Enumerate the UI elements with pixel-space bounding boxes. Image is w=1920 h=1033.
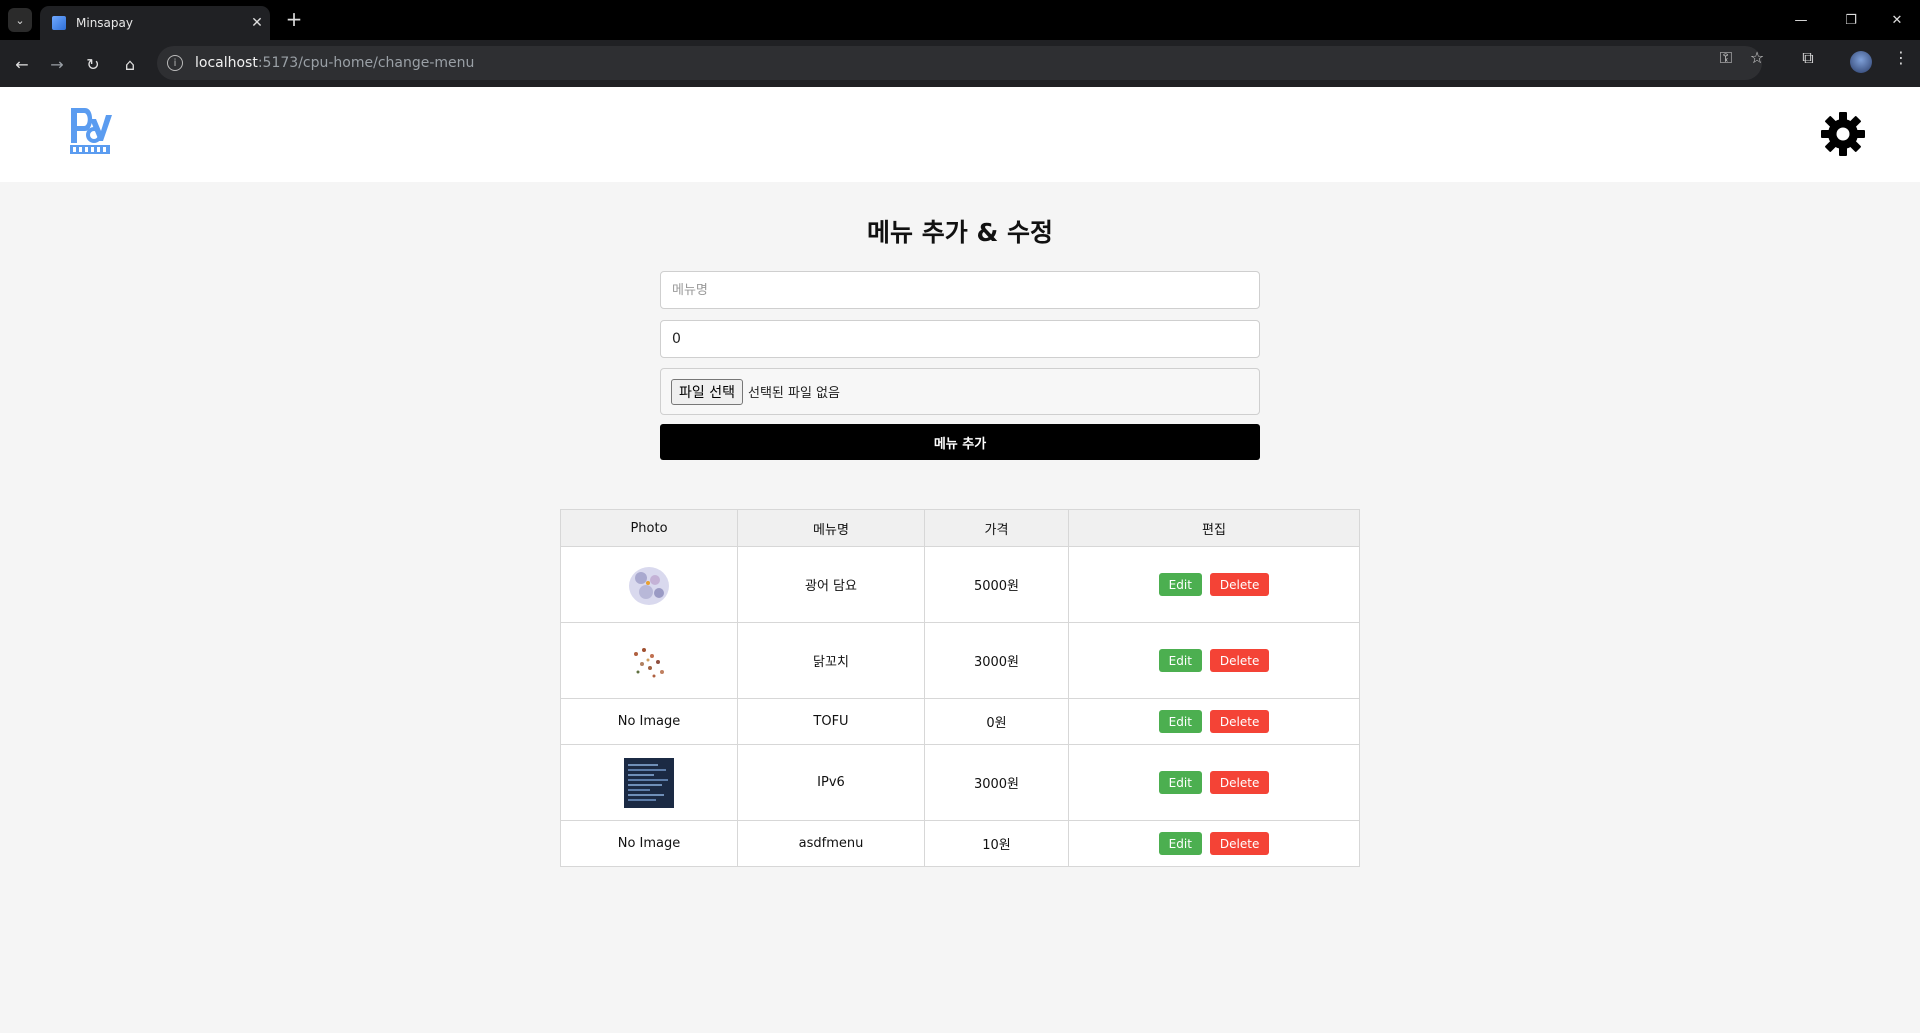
table-row: 광어 담요 5000원 Edit Delete [560, 546, 1360, 623]
price-cell: 5000원 [924, 546, 1069, 623]
url-host: localhost [195, 55, 258, 71]
url-path: :5173/cpu-home/change-menu [257, 55, 475, 71]
header-photo: Photo [560, 509, 738, 547]
restore-icon[interactable]: ❐ [1828, 6, 1874, 34]
edit-button[interactable]: Edit [1158, 573, 1202, 596]
profile-avatar[interactable] [1850, 51, 1872, 73]
edit-button[interactable]: Edit [1158, 649, 1202, 672]
page-title: 메뉴 추가 & 수정 [867, 218, 1053, 247]
delete-button[interactable]: Delete [1209, 573, 1270, 596]
menu-photo [624, 757, 674, 808]
extensions-icon[interactable]: ⧉ [1795, 48, 1821, 68]
tab-close-icon[interactable]: ✕ [244, 15, 270, 31]
actions-cell: Edit Delete [1068, 744, 1360, 821]
photo-cell [560, 744, 738, 821]
back-icon[interactable]: ← [7, 49, 37, 79]
table-row: No Image asdfmenu 10원 Edit Delete [560, 820, 1360, 867]
header-edit: 편집 [1068, 509, 1360, 547]
delete-button[interactable]: Delete [1209, 710, 1270, 733]
delete-button[interactable]: Delete [1209, 832, 1270, 855]
menu-table: Photo 메뉴명 가격 편집 광어 담요 5000원 Edit Delete … [560, 509, 1360, 867]
app-header [0, 87, 1920, 182]
menu-name-input[interactable] [660, 271, 1260, 309]
menu-name-cell: TOFU [737, 698, 925, 745]
table-header-row: Photo 메뉴명 가격 편집 [560, 509, 1360, 547]
forward-icon[interactable]: → [42, 49, 72, 79]
actions-cell: Edit Delete [1068, 622, 1360, 699]
price-cell: 10원 [924, 820, 1069, 867]
delete-button[interactable]: Delete [1209, 771, 1270, 794]
file-status-text: 선택된 파일 없음 [747, 386, 840, 401]
browser-menu-icon[interactable]: ⋮ [1888, 48, 1914, 67]
menu-name-cell: IPv6 [737, 744, 925, 821]
password-key-icon[interactable]: ⚿ [1713, 48, 1739, 68]
menu-name-cell: 닭꼬치 [737, 622, 925, 699]
header-price: 가격 [924, 509, 1069, 547]
actions-cell: Edit Delete [1068, 820, 1360, 867]
new-tab-icon[interactable]: + [282, 8, 306, 32]
table-row: No Image TOFU 0원 Edit Delete [560, 698, 1360, 745]
price-cell: 3000원 [924, 622, 1069, 699]
browser-chrome: ⌄ Minsapay ✕ + — ❐ ✕ ← → ↻ ⌂ i localhost… [0, 0, 1920, 87]
address-bar[interactable]: i localhost :5173/cpu-home/change-menu [157, 46, 1762, 80]
menu-photo [624, 635, 674, 686]
home-icon[interactable]: ⌂ [115, 49, 145, 79]
site-info-icon[interactable]: i [167, 55, 183, 71]
edit-button[interactable]: Edit [1158, 832, 1202, 855]
page: 메뉴 추가 & 수정 파일 선택 선택된 파일 없음 메뉴 추가 Photo 메… [0, 87, 1920, 1033]
photo-cell [560, 546, 738, 623]
edit-button[interactable]: Edit [1158, 771, 1202, 794]
file-upload-field: 파일 선택 선택된 파일 없음 [660, 368, 1260, 415]
bookmark-star-icon[interactable]: ☆ [1744, 48, 1770, 67]
photo-cell: No Image [560, 698, 738, 745]
table-row: IPv6 3000원 Edit Delete [560, 744, 1360, 821]
price-cell: 3000원 [924, 744, 1069, 821]
price-input[interactable] [660, 320, 1260, 358]
minimize-icon[interactable]: — [1778, 6, 1824, 34]
window-close-icon[interactable]: ✕ [1874, 6, 1920, 34]
menu-photo [624, 559, 674, 610]
photo-cell: No Image [560, 820, 738, 867]
actions-cell: Edit Delete [1068, 698, 1360, 745]
tab-search-icon[interactable]: ⌄ [8, 8, 32, 32]
logo-icon[interactable] [68, 105, 112, 155]
browser-toolbar: ← → ↻ ⌂ i localhost :5173/cpu-home/chang… [0, 40, 1920, 87]
reload-icon[interactable]: ↻ [78, 49, 108, 79]
header-menu-name: 메뉴명 [737, 509, 925, 547]
menu-name-cell: asdfmenu [737, 820, 925, 867]
edit-button[interactable]: Edit [1158, 710, 1202, 733]
actions-cell: Edit Delete [1068, 546, 1360, 623]
table-row: 닭꼬치 3000원 Edit Delete [560, 622, 1360, 699]
tab-favicon-icon [52, 16, 66, 30]
browser-tab[interactable]: Minsapay ✕ [40, 6, 270, 40]
tab-title: Minsapay [76, 16, 133, 30]
choose-file-button[interactable]: 파일 선택 [671, 378, 743, 405]
price-cell: 0원 [924, 698, 1069, 745]
photo-cell [560, 622, 738, 699]
add-menu-button[interactable]: 메뉴 추가 [660, 424, 1260, 460]
menu-name-cell: 광어 담요 [737, 546, 925, 623]
settings-gear-icon[interactable] [1820, 111, 1866, 157]
delete-button[interactable]: Delete [1209, 649, 1270, 672]
tab-strip: ⌄ Minsapay ✕ + — ❐ ✕ [0, 0, 1920, 40]
